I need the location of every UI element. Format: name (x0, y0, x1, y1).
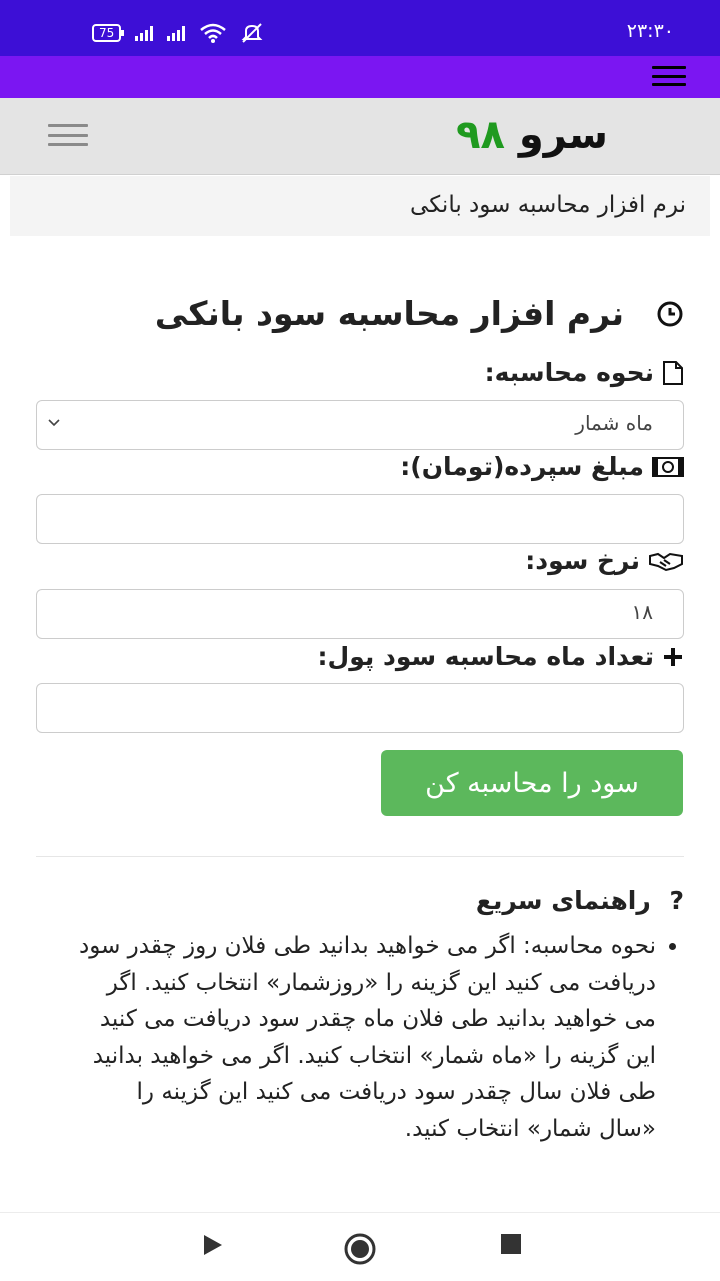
site-menu-icon[interactable] (48, 124, 88, 146)
breadcrumb-text: نرم افزار محاسبه سود بانکی (410, 192, 686, 218)
help-title-text: راهنمای سریع (475, 886, 651, 915)
method-selected-value: ماه شمار (575, 411, 653, 435)
help-title: ? راهنمای سریع (476, 886, 684, 915)
amount-input[interactable] (36, 494, 684, 544)
rate-label: نرخ سود: (525, 546, 684, 575)
method-label: نحوه محاسبه: (485, 358, 684, 387)
back-icon[interactable] (202, 1233, 224, 1257)
system-nav-bar (0, 1212, 720, 1281)
plus-icon (664, 647, 682, 666)
method-label-text: نحوه محاسبه: (484, 358, 654, 387)
recents-icon[interactable] (500, 1233, 522, 1255)
logo-text: سرو (518, 112, 608, 158)
home-icon[interactable] (344, 1233, 376, 1265)
money-icon (652, 456, 684, 477)
divider (36, 856, 684, 857)
app-bar (0, 56, 720, 98)
calculate-button[interactable]: سود را محاسبه کن (381, 750, 683, 816)
logo-number: ۹۸ (456, 112, 505, 158)
clock-icon (657, 301, 683, 327)
handshake-icon (649, 552, 683, 571)
months-label-text: تعداد ماه محاسبه سود پول: (317, 642, 654, 671)
rate-value: ۱۸ (631, 600, 653, 624)
chevron-down-icon (48, 419, 60, 427)
amount-label-text: مبلغ سپرده(تومان): (400, 452, 644, 481)
wifi-icon (200, 23, 227, 43)
breadcrumb: نرم افزار محاسبه سود بانکی (10, 176, 710, 236)
menu-icon[interactable] (652, 66, 686, 86)
months-label: تعداد ماه محاسبه سود پول: (318, 642, 684, 671)
status-icons: 75 (92, 22, 263, 44)
status-time: ۲۳:۳۰ (626, 20, 674, 42)
rate-label-text: نرخ سود: (525, 546, 640, 575)
help-item: نحوه محاسبه: اگر می خواهید بدانید طی فلا… (74, 928, 656, 1147)
site-logo[interactable]: سرو ۹۸ (456, 112, 608, 158)
signal-icon (135, 25, 154, 41)
site-header: سرو ۹۸ (0, 98, 720, 175)
document-icon (663, 360, 683, 385)
months-input[interactable] (36, 683, 684, 733)
page-title: نرم افزار محاسبه سود بانکی (154, 294, 624, 333)
amount-label: مبلغ سپرده(تومان): (400, 452, 684, 481)
muted-bell-icon (241, 23, 263, 43)
status-bar: 75 ۲۳:۳۰ (0, 0, 720, 56)
method-select[interactable]: ماه شمار (36, 400, 684, 450)
signal-icon-2 (167, 25, 186, 41)
help-body: نحوه محاسبه: اگر می خواهید بدانید طی فلا… (74, 928, 684, 1147)
question-icon: ? (669, 886, 684, 915)
rate-input[interactable]: ۱۸ (36, 589, 684, 639)
battery-icon: 75 (92, 24, 125, 42)
